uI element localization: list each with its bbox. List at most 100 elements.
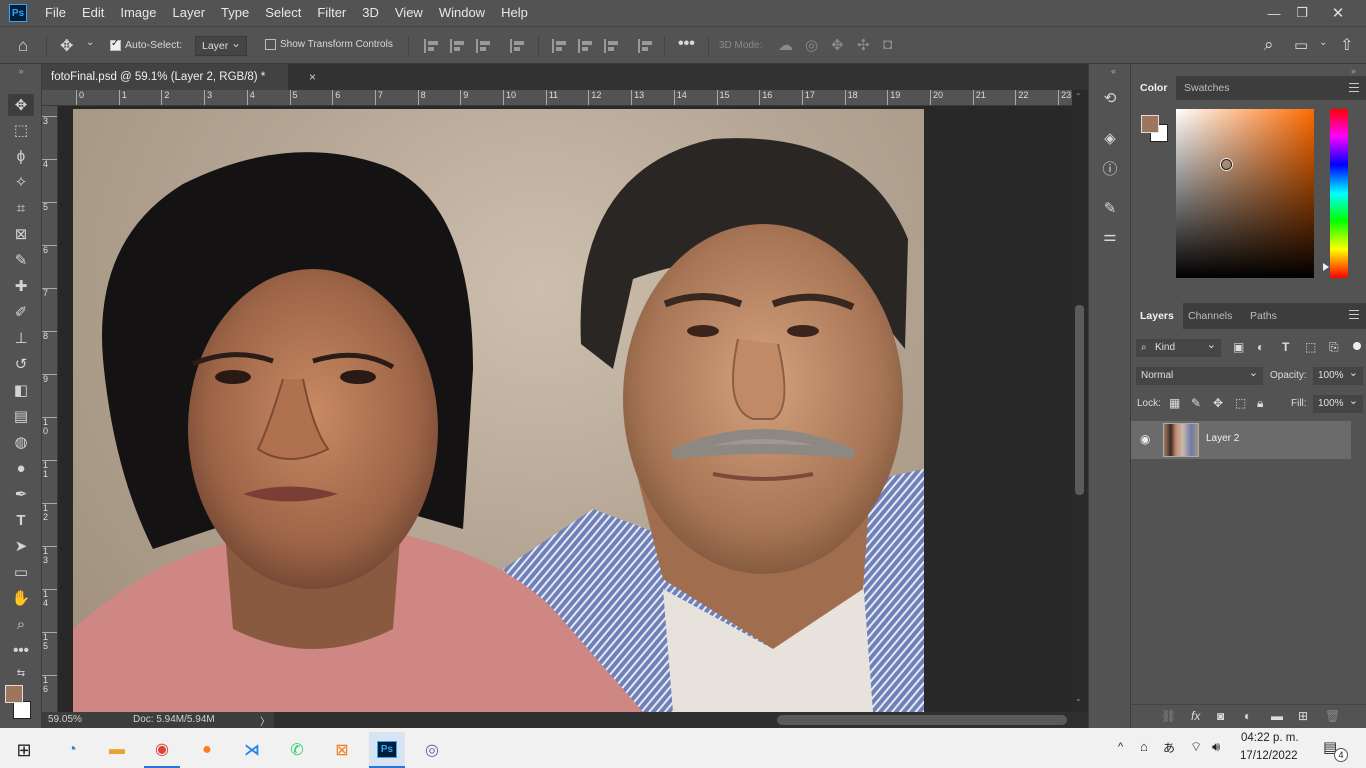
3d-panel-icon[interactable]: ◈	[1100, 128, 1120, 148]
horizontal-scrollbar[interactable]	[274, 712, 1088, 728]
3d-slide-icon[interactable]: ✣	[857, 36, 870, 54]
adjustment-layer-icon[interactable]: ◐	[1244, 709, 1251, 723]
hue-slider[interactable]	[1330, 109, 1348, 278]
auto-select-checkbox[interactable]: Auto-Select:	[110, 38, 182, 51]
close-tab-icon[interactable]: ×	[309, 64, 316, 90]
color-panel-menu-icon[interactable]	[1349, 83, 1359, 92]
wifi-icon[interactable]: ⌔	[1190, 739, 1202, 755]
healing-brush-tool-icon[interactable]: ✚	[8, 275, 34, 297]
gradient-tool-icon[interactable]: ▤	[8, 405, 34, 427]
pen-tool-icon[interactable]: ✒	[8, 483, 34, 505]
filter-adjustment-icon[interactable]: ◐	[1257, 340, 1264, 354]
panels-collapse-icon[interactable]: »	[1351, 66, 1356, 76]
distribute-icon[interactable]	[510, 39, 526, 53]
color-picker-ring[interactable]	[1221, 159, 1232, 170]
align-center-icon[interactable]	[450, 39, 466, 53]
lock-image-icon[interactable]: ✎	[1191, 396, 1201, 410]
blend-mode-dropdown[interactable]: Normal	[1136, 365, 1263, 385]
background-color-swatch[interactable]	[13, 701, 31, 719]
input-language-icon[interactable]: あ	[1163, 739, 1175, 756]
edge-browser-icon[interactable]: ◔	[54, 732, 90, 768]
marquee-tool-icon[interactable]: ⬚	[8, 119, 34, 141]
document-image[interactable]	[73, 109, 924, 712]
menu-image[interactable]: Image	[112, 0, 164, 26]
add-mask-icon[interactable]: ◙	[1217, 709, 1224, 723]
menu-type[interactable]: Type	[213, 0, 257, 26]
status-menu-arrow-icon[interactable]: 〉	[260, 713, 270, 728]
new-layer-icon[interactable]: ⊞	[1298, 709, 1308, 723]
home-icon[interactable]: ⌂	[18, 36, 28, 56]
align-top-icon[interactable]	[552, 39, 568, 53]
chrome-browser-icon[interactable]: ◉	[144, 732, 180, 768]
align-left-icon[interactable]	[424, 39, 440, 53]
3d-roll-icon[interactable]: ◎	[805, 36, 818, 54]
layer-row[interactable]: ◉ Layer 2	[1131, 421, 1351, 459]
filter-smart-object-icon[interactable]: ⎘	[1329, 340, 1339, 355]
workspace-chevron-icon[interactable]: ⌄	[1319, 37, 1327, 48]
layer-filter-kind-dropdown[interactable]: ⌕ Kind	[1136, 337, 1221, 357]
type-tool-icon[interactable]: T	[8, 509, 34, 531]
menu-view[interactable]: View	[387, 0, 431, 26]
tab-color[interactable]: Color	[1131, 76, 1177, 100]
3d-scale-icon[interactable]: ◘	[883, 36, 892, 53]
zoom-level[interactable]: 59.05%	[48, 714, 82, 725]
filter-shape-icon[interactable]: ⬚	[1305, 340, 1316, 354]
clock-time[interactable]: 04:22 p. m.	[1241, 732, 1299, 744]
link-layers-icon[interactable]: ⛓	[1161, 709, 1176, 723]
brush-tool-icon[interactable]: ✐	[8, 301, 34, 323]
scroll-down-icon[interactable]: ⌄	[1075, 694, 1082, 703]
restore-window-icon[interactable]: ❐	[1286, 0, 1318, 26]
search-icon[interactable]: ⌕	[1264, 35, 1274, 55]
tab-channels[interactable]: Channels	[1179, 303, 1241, 329]
photoshop-taskbar-icon[interactable]: Ps	[369, 732, 405, 768]
canvas-area[interactable]	[58, 106, 1072, 712]
tab-swatches[interactable]: Swatches	[1175, 76, 1239, 100]
hue-slider-handle[interactable]	[1323, 263, 1329, 271]
history-panel-icon[interactable]: ⟲	[1100, 88, 1120, 108]
menu-window[interactable]: Window	[431, 0, 493, 26]
vertical-scroll-thumb[interactable]	[1075, 305, 1084, 495]
scroll-up-icon[interactable]: ⌃	[1075, 92, 1082, 101]
lock-transparent-icon[interactable]: ▦	[1169, 396, 1180, 410]
filter-pixel-icon[interactable]: ▣	[1233, 340, 1244, 354]
edit-toolbar-icon[interactable]: •••	[8, 639, 34, 661]
document-tab[interactable]: fotoFinal.psd @ 59.1% (Layer 2, RGB/8) *…	[42, 64, 316, 90]
brush-panel-icon[interactable]: ✎	[1100, 198, 1120, 218]
file-explorer-icon[interactable]: ▬	[99, 732, 135, 768]
path-selection-tool-icon[interactable]: ➤	[8, 535, 34, 557]
show-transform-controls-checkbox[interactable]: Show Transform Controls	[265, 39, 393, 50]
xampp-icon[interactable]: ⊠	[324, 732, 360, 768]
3d-pan-icon[interactable]: ✥	[831, 36, 844, 54]
align-bottom-icon[interactable]	[604, 39, 620, 53]
lock-position-icon[interactable]: ✥	[1213, 396, 1223, 410]
close-window-icon[interactable]: ✕	[1322, 0, 1354, 26]
whatsapp-icon[interactable]: ✆	[279, 732, 315, 768]
strip-collapse-icon[interactable]: «	[1111, 66, 1116, 76]
vertical-scrollbar[interactable]: ⌃ ⌄	[1072, 90, 1088, 712]
new-group-icon[interactable]: ▬	[1271, 709, 1283, 723]
menu-file[interactable]: File	[37, 0, 74, 26]
blur-tool-icon[interactable]: ◍	[8, 431, 34, 453]
hand-tool-icon[interactable]: ✋	[8, 587, 34, 609]
adjustments-panel-icon[interactable]: ⚌	[1100, 226, 1120, 246]
meet-now-icon[interactable]: ⌂	[1140, 739, 1148, 754]
tab-layers[interactable]: Layers	[1131, 303, 1183, 329]
filter-type-icon[interactable]: T	[1282, 340, 1289, 354]
toolbar-collapse-icon[interactable]: »	[8, 66, 34, 76]
crop-tool-icon[interactable]: ⌗	[8, 197, 34, 219]
swap-colors-icon[interactable]: ⇆	[8, 666, 34, 680]
ruler-origin[interactable]	[42, 90, 72, 106]
preset-chevron-down-icon[interactable]: ⌄	[86, 37, 94, 48]
color-spectrum-field[interactable]	[1176, 109, 1314, 278]
eyedropper-tool-icon[interactable]: ✎	[8, 249, 34, 271]
menu-edit[interactable]: Edit	[74, 0, 112, 26]
eraser-tool-icon[interactable]: ◧	[8, 379, 34, 401]
layers-panel-menu-icon[interactable]	[1349, 310, 1359, 319]
dodge-tool-icon[interactable]: ●	[8, 457, 34, 479]
frame-tool-icon[interactable]: ⊠	[8, 223, 34, 245]
windows-start-icon[interactable]: ⊞	[6, 732, 42, 768]
more-options-icon[interactable]: •••	[678, 35, 695, 53]
show-hidden-icons-chevron-icon[interactable]: ^	[1118, 741, 1123, 753]
opacity-input[interactable]: 100%	[1313, 365, 1363, 385]
layer-name[interactable]: Layer 2	[1206, 433, 1239, 444]
